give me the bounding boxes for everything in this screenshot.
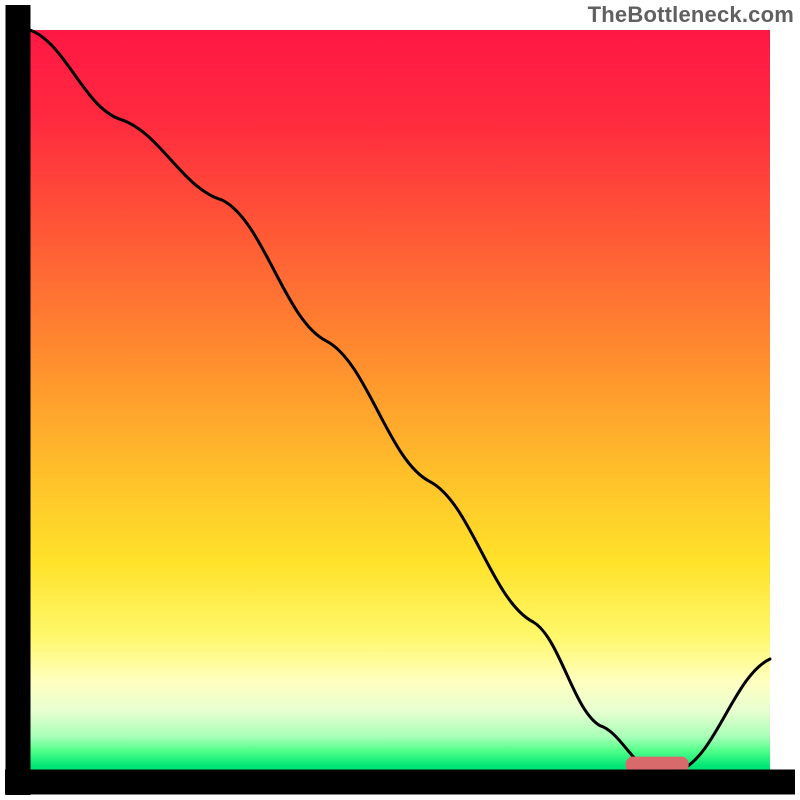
watermark-text: TheBottleneck.com — [588, 2, 794, 28]
bottleneck-chart — [0, 0, 800, 800]
plot-background — [30, 30, 770, 770]
